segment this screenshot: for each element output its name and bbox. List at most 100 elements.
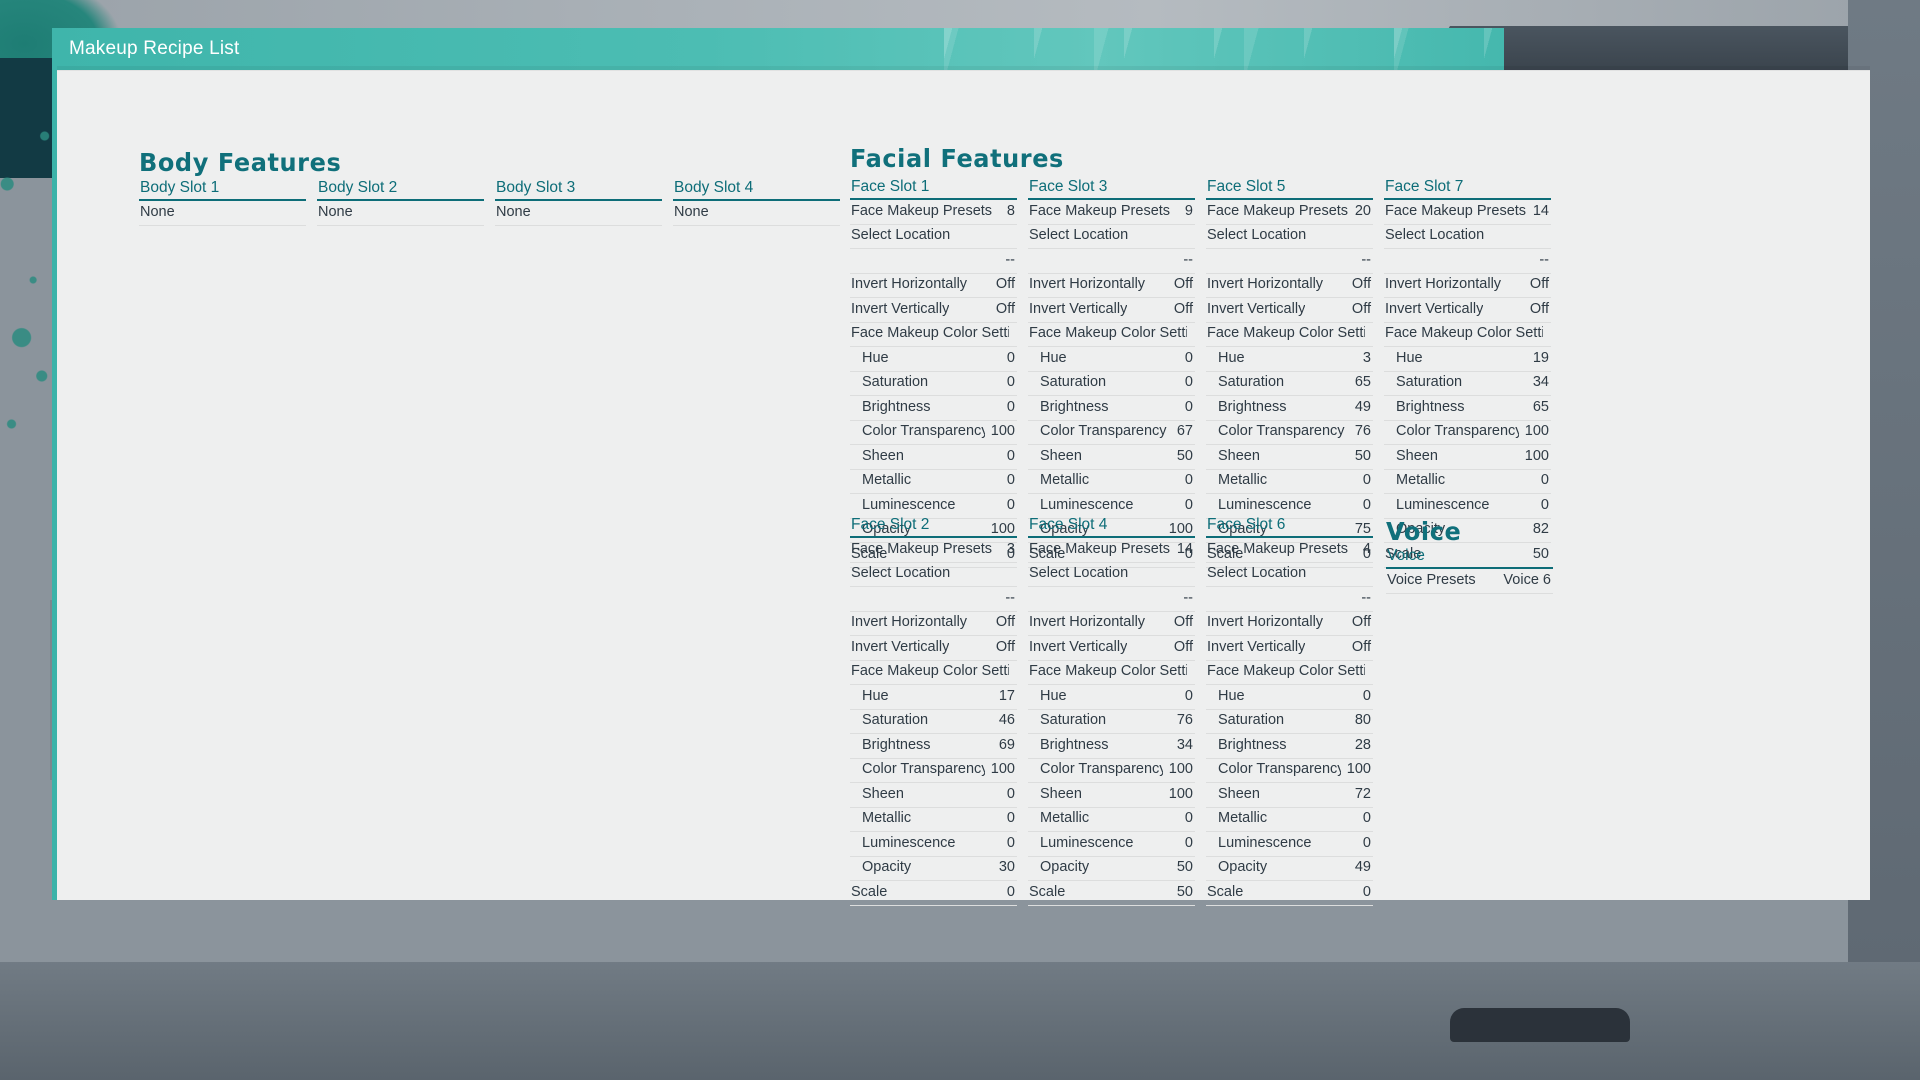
face-slot-6-metallic[interactable]: Metallic 0 (1206, 808, 1373, 832)
face-slot-3-select-location[interactable]: Select Location (1028, 225, 1195, 249)
face-slot-3[interactable]: Face Slot 3 Face Makeup Presets 9 Select … (1028, 178, 1195, 568)
face-slot-6-color-transparency[interactable]: Color Transparency 100 (1206, 759, 1373, 783)
face-slot-7-saturation[interactable]: Saturation 34 (1384, 372, 1551, 396)
body-slot-2-row[interactable]: None (317, 201, 484, 226)
face-slot-6-hue[interactable]: Hue 0 (1206, 685, 1373, 710)
face-slot-2-color-settings[interactable]: Face Makeup Color Settings (850, 661, 1017, 685)
face-slot-3-sheen[interactable]: Sheen 50 (1028, 445, 1195, 470)
body-slot-4-row[interactable]: None (673, 201, 840, 226)
face-slot-1[interactable]: Face Slot 1 Face Makeup Presets 8 Select … (850, 178, 1017, 568)
face-slot-4-location[interactable]: -- (1028, 587, 1195, 612)
face-slot-1-presets[interactable]: Face Makeup Presets 8 (850, 200, 1017, 225)
face-slot-5-brightness[interactable]: Brightness 49 (1206, 396, 1373, 421)
face-slot-4-luminescence[interactable]: Luminescence 0 (1028, 832, 1195, 857)
face-slot-3-metallic[interactable]: Metallic 0 (1028, 470, 1195, 494)
face-slot-4-metallic[interactable]: Metallic 0 (1028, 808, 1195, 832)
face-slot-6-saturation[interactable]: Saturation 80 (1206, 710, 1373, 734)
face-slot-5-luminescence[interactable]: Luminescence 0 (1206, 494, 1373, 519)
face-slot-5[interactable]: Face Slot 5 Face Makeup Presets 20 Select… (1206, 178, 1373, 568)
face-slot-2-luminescence[interactable]: Luminescence 0 (850, 832, 1017, 857)
face-slot-2[interactable]: Face Slot 2 Face Makeup Presets 3 Select … (850, 516, 1017, 906)
face-slot-5-location[interactable]: -- (1206, 249, 1373, 274)
face-slot-1-select-location[interactable]: Select Location (850, 225, 1017, 249)
face-slot-6-color-settings[interactable]: Face Makeup Color Settings (1206, 661, 1373, 685)
body-slot-1[interactable]: Body Slot 1 None (139, 179, 306, 226)
face-slot-1-invert-v[interactable]: Invert Vertically Off (850, 298, 1017, 323)
face-slot-3-brightness[interactable]: Brightness 0 (1028, 396, 1195, 421)
face-slot-4-color-transparency[interactable]: Color Transparency 100 (1028, 759, 1195, 783)
face-slot-7-color-transparency[interactable]: Color Transparency 100 (1384, 421, 1551, 445)
face-slot-2-invert-v[interactable]: Invert Vertically Off (850, 636, 1017, 661)
face-slot-1-color-settings[interactable]: Face Makeup Color Settings (850, 323, 1017, 347)
face-slot-1-invert-h[interactable]: Invert Horizontally Off (850, 274, 1017, 298)
face-slot-2-metallic[interactable]: Metallic 0 (850, 808, 1017, 832)
face-slot-7-luminescence[interactable]: Luminescence 0 (1384, 494, 1551, 519)
face-slot-4-presets[interactable]: Face Makeup Presets 14 (1028, 538, 1195, 563)
face-slot-6-select-location[interactable]: Select Location (1206, 563, 1373, 587)
face-slot-2-location[interactable]: -- (850, 587, 1017, 612)
face-slot-3-luminescence[interactable]: Luminescence 0 (1028, 494, 1195, 519)
face-slot-1-hue[interactable]: Hue 0 (850, 347, 1017, 372)
face-slot-5-invert-v[interactable]: Invert Vertically Off (1206, 298, 1373, 323)
face-slot-1-saturation[interactable]: Saturation 0 (850, 372, 1017, 396)
face-slot-5-color-transparency[interactable]: Color Transparency 76 (1206, 421, 1373, 445)
face-slot-5-presets[interactable]: Face Makeup Presets 20 (1206, 200, 1373, 225)
face-slot-4-invert-v[interactable]: Invert Vertically Off (1028, 636, 1195, 661)
body-slot-1-row[interactable]: None (139, 201, 306, 226)
body-slot-3[interactable]: Body Slot 3 None (495, 179, 662, 226)
face-slot-7-metallic[interactable]: Metallic 0 (1384, 470, 1551, 494)
face-slot-2-color-transparency[interactable]: Color Transparency 100 (850, 759, 1017, 783)
face-slot-4-brightness[interactable]: Brightness 34 (1028, 734, 1195, 759)
face-slot-6[interactable]: Face Slot 6 Face Makeup Presets 4 Select … (1206, 516, 1373, 906)
face-slot-1-luminescence[interactable]: Luminescence 0 (850, 494, 1017, 519)
face-slot-7-invert-v[interactable]: Invert Vertically Off (1384, 298, 1551, 323)
face-slot-7[interactable]: Face Slot 7 Face Makeup Presets 14 Select… (1384, 178, 1551, 568)
voice-presets-row[interactable]: Voice Presets Voice 6 (1386, 569, 1553, 594)
body-slot-2[interactable]: Body Slot 2 None (317, 179, 484, 226)
face-slot-5-select-location[interactable]: Select Location (1206, 225, 1373, 249)
face-slot-7-sheen[interactable]: Sheen 100 (1384, 445, 1551, 470)
face-slot-2-saturation[interactable]: Saturation 46 (850, 710, 1017, 734)
body-slot-3-row[interactable]: None (495, 201, 662, 226)
face-slot-6-sheen[interactable]: Sheen 72 (1206, 783, 1373, 808)
face-slot-2-hue[interactable]: Hue 17 (850, 685, 1017, 710)
face-slot-6-scale[interactable]: Scale 0 (1206, 881, 1373, 906)
face-slot-3-hue[interactable]: Hue 0 (1028, 347, 1195, 372)
face-slot-2-invert-h[interactable]: Invert Horizontally Off (850, 612, 1017, 636)
face-slot-2-sheen[interactable]: Sheen 0 (850, 783, 1017, 808)
face-slot-5-metallic[interactable]: Metallic 0 (1206, 470, 1373, 494)
face-slot-1-location[interactable]: -- (850, 249, 1017, 274)
face-slot-5-sheen[interactable]: Sheen 50 (1206, 445, 1373, 470)
face-slot-7-location[interactable]: -- (1384, 249, 1551, 274)
face-slot-6-presets[interactable]: Face Makeup Presets 4 (1206, 538, 1373, 563)
face-slot-1-metallic[interactable]: Metallic 0 (850, 470, 1017, 494)
face-slot-7-invert-h[interactable]: Invert Horizontally Off (1384, 274, 1551, 298)
face-slot-4-sheen[interactable]: Sheen 100 (1028, 783, 1195, 808)
face-slot-4-saturation[interactable]: Saturation 76 (1028, 710, 1195, 734)
face-slot-3-location[interactable]: -- (1028, 249, 1195, 274)
face-slot-6-location[interactable]: -- (1206, 587, 1373, 612)
face-slot-3-invert-v[interactable]: Invert Vertically Off (1028, 298, 1195, 323)
face-slot-4-color-settings[interactable]: Face Makeup Color Settings (1028, 661, 1195, 685)
face-slot-2-presets[interactable]: Face Makeup Presets 3 (850, 538, 1017, 563)
face-slot-5-invert-h[interactable]: Invert Horizontally Off (1206, 274, 1373, 298)
face-slot-6-invert-v[interactable]: Invert Vertically Off (1206, 636, 1373, 661)
face-slot-4-select-location[interactable]: Select Location (1028, 563, 1195, 587)
face-slot-5-hue[interactable]: Hue 3 (1206, 347, 1373, 372)
face-slot-5-color-settings[interactable]: Face Makeup Color Settings (1206, 323, 1373, 347)
face-slot-7-brightness[interactable]: Brightness 65 (1384, 396, 1551, 421)
face-slot-6-invert-h[interactable]: Invert Horizontally Off (1206, 612, 1373, 636)
face-slot-4-invert-h[interactable]: Invert Horizontally Off (1028, 612, 1195, 636)
face-slot-1-sheen[interactable]: Sheen 0 (850, 445, 1017, 470)
face-slot-1-color-transparency[interactable]: Color Transparency 100 (850, 421, 1017, 445)
face-slot-2-scale[interactable]: Scale 0 (850, 881, 1017, 906)
face-slot-5-saturation[interactable]: Saturation 65 (1206, 372, 1373, 396)
face-slot-1-brightness[interactable]: Brightness 0 (850, 396, 1017, 421)
face-slot-6-brightness[interactable]: Brightness 28 (1206, 734, 1373, 759)
face-slot-7-color-settings[interactable]: Face Makeup Color Settings (1384, 323, 1551, 347)
face-slot-2-opacity[interactable]: Opacity 30 (850, 857, 1017, 881)
face-slot-3-saturation[interactable]: Saturation 0 (1028, 372, 1195, 396)
face-slot-3-invert-h[interactable]: Invert Horizontally Off (1028, 274, 1195, 298)
face-slot-6-luminescence[interactable]: Luminescence 0 (1206, 832, 1373, 857)
face-slot-4-scale[interactable]: Scale 50 (1028, 881, 1195, 906)
